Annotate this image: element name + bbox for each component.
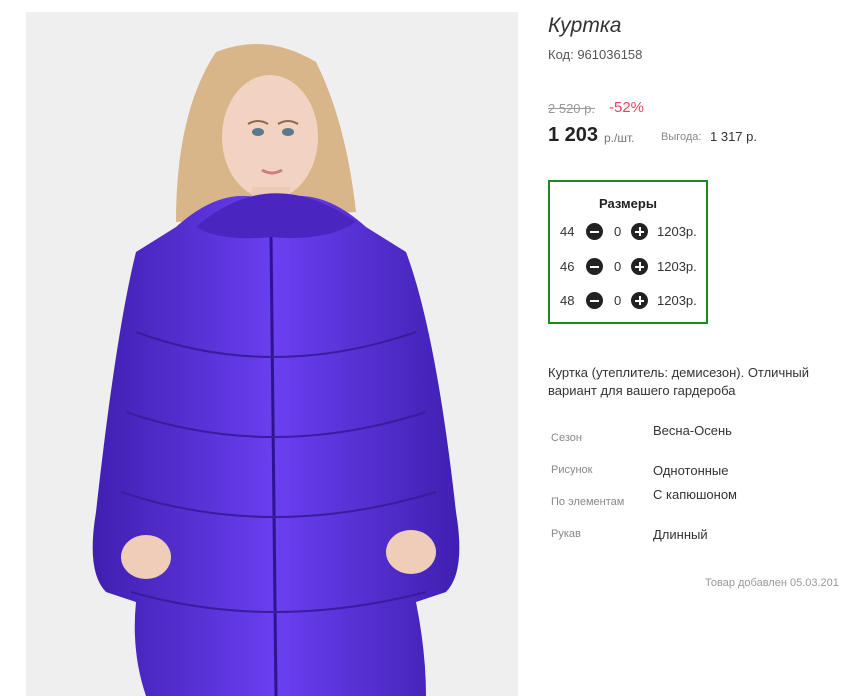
attribute-label: По элементам [551, 496, 625, 508]
attribute-label: Сезон [551, 432, 582, 444]
attribute-value: Длинный [653, 527, 708, 542]
decrease-quantity-button[interactable] [586, 223, 603, 240]
quantity-value: 0 [614, 224, 622, 239]
size-price: 1203р. [657, 259, 697, 274]
savings-value: 1 317 р. [710, 129, 757, 144]
attribute-value: Однотонные [653, 463, 729, 478]
size-row: 48 0 1203р. [560, 291, 705, 311]
old-price: 2 520 р. [548, 101, 595, 116]
product-image [26, 12, 518, 696]
added-date: Товар добавлен 05.03.201 [705, 577, 839, 589]
attribute-value: С капюшоном [653, 487, 737, 502]
size-row: 44 0 1203р. [560, 222, 705, 242]
current-price: 1 203 [548, 124, 599, 146]
product-code: Код: 961036158 [548, 47, 643, 62]
quantity-value: 0 [614, 293, 622, 308]
product-photo[interactable] [26, 12, 518, 696]
size-price: 1203р. [657, 224, 697, 239]
size-label: 48 [560, 293, 575, 308]
size-label: 44 [560, 224, 575, 239]
decrease-quantity-button[interactable] [586, 258, 603, 275]
price-unit: р./шт. [604, 131, 635, 145]
decrease-quantity-button[interactable] [586, 292, 603, 309]
product-description: Куртка (утеплитель: демисезон). Отличный… [548, 365, 810, 398]
attribute-label: Рисунок [551, 464, 593, 476]
size-label: 46 [560, 259, 575, 274]
attribute-value: Весна-Осень [653, 423, 732, 438]
sizes-panel: Размеры 44 0 1203р. 46 0 1203р. 48 0 120… [548, 180, 708, 324]
quantity-value: 0 [614, 259, 622, 274]
increase-quantity-button[interactable] [631, 258, 648, 275]
size-price: 1203р. [657, 293, 697, 308]
sizes-title: Размеры [599, 196, 657, 211]
increase-quantity-button[interactable] [631, 292, 648, 309]
increase-quantity-button[interactable] [631, 223, 648, 240]
product-title: Куртка [548, 14, 622, 37]
discount-badge: -52% [609, 99, 645, 116]
savings-label: Выгода: [661, 131, 702, 143]
attribute-label: Рукав [551, 528, 581, 540]
size-row: 46 0 1203р. [560, 257, 705, 277]
